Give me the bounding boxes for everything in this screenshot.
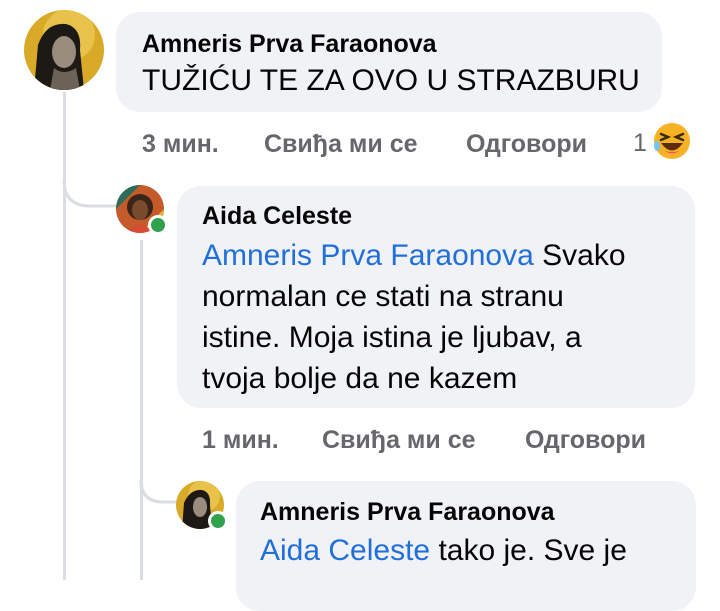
comment-time[interactable]: 3 мин. bbox=[142, 130, 219, 159]
thread-connector-1 bbox=[62, 180, 120, 208]
thread-line-main bbox=[63, 92, 66, 580]
avatar[interactable] bbox=[24, 10, 104, 90]
online-status-icon bbox=[208, 511, 228, 531]
reply-button[interactable]: Одговори bbox=[525, 426, 646, 455]
like-button[interactable]: Свиђа ми се bbox=[264, 130, 418, 159]
comment-text-line: tako je. Sve je bbox=[430, 534, 627, 567]
mention-link[interactable]: Aida Celeste bbox=[260, 534, 430, 567]
thread-line-nested bbox=[140, 240, 143, 580]
comment-text: Amneris Prva Faraonova Svako normalan ce… bbox=[202, 235, 682, 399]
comment-text-line: tvoja bolje da ne kazem bbox=[202, 362, 518, 395]
comment-time[interactable]: 1 мин. bbox=[202, 426, 279, 455]
comment-text-line: normalan ce stati na stranu bbox=[202, 280, 564, 313]
like-button[interactable]: Свиђа ми се bbox=[322, 426, 476, 455]
comment-author[interactable]: Amneris Prva Faraonova bbox=[142, 30, 437, 59]
laughing-emoji-icon bbox=[653, 122, 691, 165]
comment-text-line: Svako bbox=[533, 239, 626, 272]
reply-button[interactable]: Одговори bbox=[466, 130, 587, 159]
comment-author[interactable]: Amneris Prva Faraonova bbox=[260, 498, 555, 527]
comment-author[interactable]: Aida Celeste bbox=[202, 202, 352, 231]
reaction-count: 1 bbox=[633, 129, 647, 157]
comment-text: TUŽIĆU TE ZA OVO U STRAZBURU bbox=[142, 64, 640, 97]
comment-text-line: istine. Moja istina je ljubav, a bbox=[202, 321, 582, 354]
thread-connector-2 bbox=[139, 480, 177, 504]
online-status-icon bbox=[148, 215, 168, 235]
mention-link[interactable]: Amneris Prva Faraonova bbox=[202, 239, 534, 272]
reaction-summary[interactable]: 1 bbox=[633, 122, 691, 165]
comment-text: Aida Celeste tako je. Sve je bbox=[260, 530, 627, 571]
